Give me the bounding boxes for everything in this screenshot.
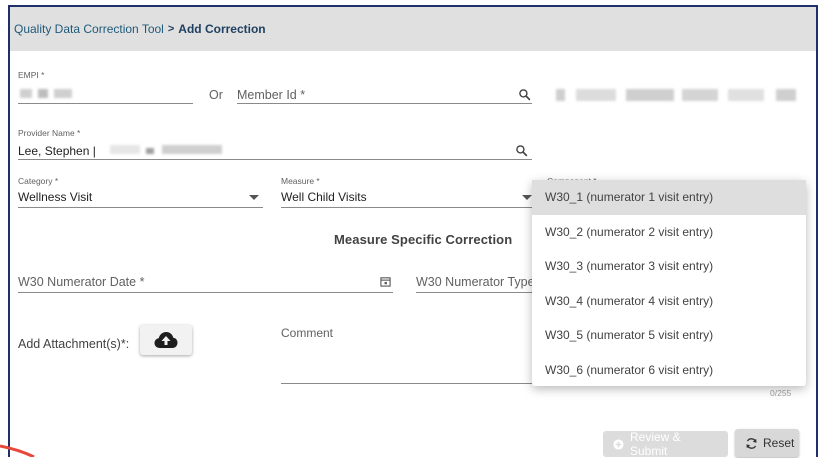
caret-down-icon [522,195,532,201]
reset-label: Reset [763,436,795,450]
component-option[interactable]: W30_1 (numerator 1 visit entry) [532,180,806,215]
empi-field[interactable] [18,85,193,104]
char-counter: 0/255 [770,388,792,398]
numerator-type-placeholder: W30 Numerator Type * [416,275,536,289]
component-dropdown-menu: W30_1 (numerator 1 visit entry) W30_2 (n… [532,180,806,386]
breadcrumb-separator: > [167,23,175,35]
category-select[interactable]: Wellness Visit [18,188,263,208]
numerator-date-placeholder: W30 Numerator Date * [18,275,145,289]
review-submit-button[interactable]: Review & Submit [603,430,728,458]
member-info-redacted [556,89,801,101]
numerator-date-input[interactable]: W30 Numerator Date * [18,272,393,293]
breadcrumb-parent-link[interactable]: Quality Data Correction Tool [14,22,164,36]
category-value: Wellness Visit [18,190,93,204]
reset-button[interactable]: Reset [735,429,799,457]
component-option[interactable]: W30_5 (numerator 5 visit entry) [532,318,806,353]
provider-name-input[interactable]: Lee, Stephen | [18,141,532,160]
upload-button[interactable] [140,325,192,355]
attachment-label: Add Attachment(s)*: [18,337,130,351]
decorative-arc [0,444,35,457]
or-text: Or [209,88,223,102]
measure-value: Well Child Visits [281,190,367,204]
breadcrumb-current: Add Correction [178,22,266,36]
numerator-type-select[interactable]: W30 Numerator Type * [416,272,536,293]
caret-down-icon [249,195,259,201]
component-option[interactable]: W30_3 (numerator 3 visit entry) [532,249,806,284]
comment-placeholder: Comment [281,326,334,340]
breadcrumb: Quality Data Correction Tool > Add Corre… [10,7,816,51]
category-label: Category * [18,176,59,186]
review-submit-label: Review & Submit [630,430,681,458]
plus-circle-icon [613,438,624,450]
provider-name-value: Lee, Stephen | [18,144,96,158]
component-option[interactable]: W30_2 (numerator 2 visit entry) [532,215,806,250]
component-option[interactable]: W30_4 (numerator 4 visit entry) [532,284,806,319]
measure-label: Measure * [281,176,320,186]
member-id-placeholder: Member Id * [237,88,306,102]
provider-name-label: Provider Name * [18,128,81,138]
empi-label: EMPI * [18,70,45,80]
calendar-icon[interactable] [380,276,391,287]
measure-select[interactable]: Well Child Visits [281,188,532,208]
component-option[interactable]: W30_6 (numerator 6 visit entry) [532,353,806,388]
refresh-icon [745,437,758,450]
section-title: Measure Specific Correction [334,232,513,247]
member-id-input[interactable]: Member Id * [237,85,532,104]
search-icon[interactable] [518,88,531,101]
cloud-upload-icon [154,331,178,349]
provider-search-icon[interactable] [515,144,528,157]
